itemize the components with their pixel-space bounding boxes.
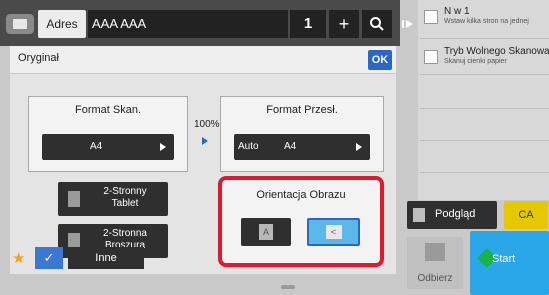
favorite-star-icon[interactable]: ★ [12,249,25,267]
page-title: Oryginał [18,52,59,64]
preview-icon [413,208,425,222]
receive-icon [425,243,445,261]
address-label[interactable]: Adres [38,10,86,38]
duplex-tablet-button[interactable]: 2-Stronny Tablet [58,182,168,216]
address-book-icon[interactable] [6,14,34,34]
job-list-panel [418,0,549,200]
send-format-button[interactable]: Auto A4 [234,134,370,160]
divider [420,38,549,39]
add-destination-button[interactable]: + [329,10,359,38]
check-button[interactable]: ✓ [35,247,63,269]
receive-label: Odbierz [417,273,453,284]
search-icon [370,17,384,31]
start-button[interactable]: Start [470,231,549,295]
job-item-free-scan[interactable]: Tryb Wolnego Skanowania Skanuj cienki pa… [420,46,549,68]
arrow-right-icon [356,143,362,151]
scan-format-button[interactable]: A4 [42,134,174,160]
send-format-value: A4 [284,141,297,152]
job-checkbox[interactable] [424,10,438,24]
divider [420,108,549,109]
destination-count[interactable]: 1 [290,10,326,38]
scan-format-title: Format Skan. [74,104,142,116]
scroll-handle[interactable] [281,285,295,289]
ok-button[interactable]: OK [368,50,392,70]
tablet-icon [68,191,80,207]
job-item-n-w-1[interactable]: N w 1 Wstaw kilka stron na jednej [420,6,549,28]
start-label: Start [492,253,516,265]
duplex-tablet-label: 2-Stronny Tablet [103,186,147,209]
divider [420,172,549,173]
ratio-arrow-icon [202,137,208,145]
preview-button[interactable]: Podgląd [407,201,497,229]
landscape-page-icon: < [325,225,342,239]
job-title: N w 1 [444,6,470,17]
scan-format-value: A4 [90,141,103,152]
send-format-title: Format Przesł. [266,104,338,116]
receive-button[interactable]: Odbierz [407,237,463,289]
scale-ratio: 100% [194,119,220,130]
other-button[interactable]: Inne [68,247,144,269]
expand-panel-icon[interactable] [402,18,414,30]
job-title: Tryb Wolnego Skanowania [444,46,549,57]
portrait-page-icon: A [259,224,273,240]
preview-label: Podgląd [435,208,476,220]
send-format-mode: Auto [238,141,259,152]
job-checkbox[interactable] [424,50,438,64]
divider [420,74,549,75]
divider [420,140,549,141]
arrow-right-icon [160,143,166,151]
search-button[interactable] [362,10,392,38]
job-subtitle: Skanuj cienki papier [444,58,507,65]
job-subtitle: Wstaw kilka stron na jednej [444,18,529,25]
panel-title-bar [10,46,396,74]
orientation-landscape-button[interactable]: < [307,218,360,246]
ca-button[interactable]: CA [504,201,548,229]
orientation-title: Orientacja Obrazu [256,189,346,201]
orientation-portrait-button[interactable]: A [241,218,291,246]
address-field[interactable]: AAA AAA [88,10,288,38]
